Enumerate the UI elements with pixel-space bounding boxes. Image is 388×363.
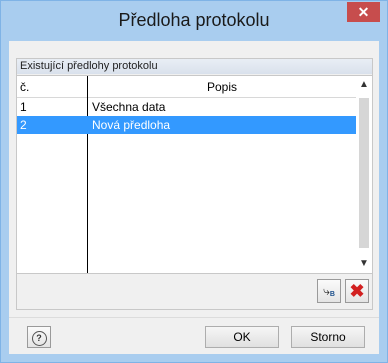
down-arrow-icon[interactable]: ▼	[356, 255, 372, 273]
help-button[interactable]: ?	[27, 326, 51, 348]
title-bar[interactable]: Předloha protokolu ✕	[1, 1, 387, 41]
column-header-desc[interactable]: Popis	[88, 80, 356, 94]
import-template-icon: ⤷	[323, 284, 330, 298]
delete-x-icon: ✖	[349, 281, 365, 301]
up-arrow-icon[interactable]: ▲	[356, 76, 372, 94]
import-badge: B	[329, 291, 335, 298]
templates-group: Existující předlohy protokolu č. Popis 1…	[16, 58, 373, 310]
delete-template-button[interactable]: ✖	[345, 279, 369, 303]
column-header-no[interactable]: č.	[20, 80, 29, 94]
help-icon: ?	[31, 331, 47, 346]
close-icon[interactable]: ✕	[347, 2, 380, 22]
dialog-window: Předloha protokolu ✕ Existující předlohy…	[0, 0, 388, 363]
row-desc: Všechna data	[92, 100, 166, 114]
cancel-button[interactable]: Storno	[291, 326, 365, 348]
scrollbar-thumb[interactable]	[359, 98, 369, 248]
table-row[interactable]: 1 Všechna data	[17, 98, 356, 116]
templates-list[interactable]: č. Popis 1 Všechna data 2 Nová předloha …	[17, 75, 372, 274]
row-no: 1	[20, 100, 27, 114]
dialog-body: Existující předlohy protokolu č. Popis 1…	[9, 41, 379, 354]
row-desc: Nová předloha	[92, 118, 171, 132]
window-title: Předloha protokolu	[118, 10, 270, 30]
table-row-selected[interactable]: 2 Nová předloha	[17, 116, 356, 134]
group-title: Existující předlohy protokolu	[17, 59, 372, 74]
list-header: č. Popis	[17, 76, 356, 98]
ok-button[interactable]: OK	[205, 326, 279, 348]
import-template-button[interactable]: ⤷B	[317, 279, 341, 303]
row-no: 2	[20, 118, 27, 132]
vertical-scrollbar[interactable]: ▲ ▼	[356, 76, 372, 273]
footer-separator	[9, 317, 379, 318]
